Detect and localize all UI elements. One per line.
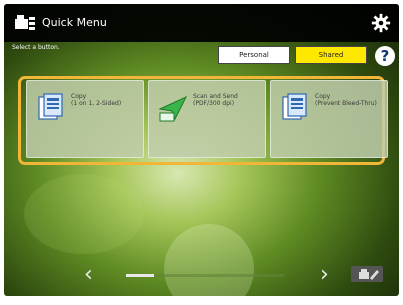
background-glow (164, 224, 254, 296)
help-icon[interactable]: ? (375, 46, 395, 66)
quick-menu-screen: Quick Menu Select a button. Personal Sha… (4, 4, 399, 296)
page-title: Quick Menu (42, 16, 107, 29)
gear-icon[interactable] (370, 12, 392, 34)
quick-menu-icon (15, 15, 35, 30)
copy-icon (282, 93, 307, 120)
page-slider[interactable] (126, 274, 284, 277)
edit-button[interactable] (351, 266, 383, 282)
tab-shared[interactable]: Shared (295, 46, 367, 64)
tab-personal[interactable]: Personal (218, 46, 290, 64)
previous-page-button[interactable]: ‹ (84, 264, 93, 286)
page-slider-thumb[interactable] (126, 274, 154, 277)
button-label: Copy (Prevent Bleed-Thru) (315, 93, 377, 107)
copy-prevent-bleed-button[interactable]: Copy (Prevent Bleed-Thru) (270, 80, 388, 158)
top-bar: Quick Menu (4, 4, 399, 42)
scan-and-send-button[interactable]: Scan and Send (PDF/300 dpi) (148, 80, 266, 158)
edit-icon (359, 269, 379, 280)
background-glow (24, 174, 144, 254)
copy-icon (38, 93, 63, 120)
button-label: Copy (1 on 1, 2-Sided) (71, 93, 122, 107)
copy-2-sided-button[interactable]: Copy (1 on 1, 2-Sided) (26, 80, 144, 158)
button-label: Scan and Send (PDF/300 dpi) (193, 93, 238, 107)
scan-send-icon (158, 95, 188, 122)
instruction-text: Select a button. (12, 44, 60, 51)
next-page-button[interactable]: › (320, 264, 329, 286)
